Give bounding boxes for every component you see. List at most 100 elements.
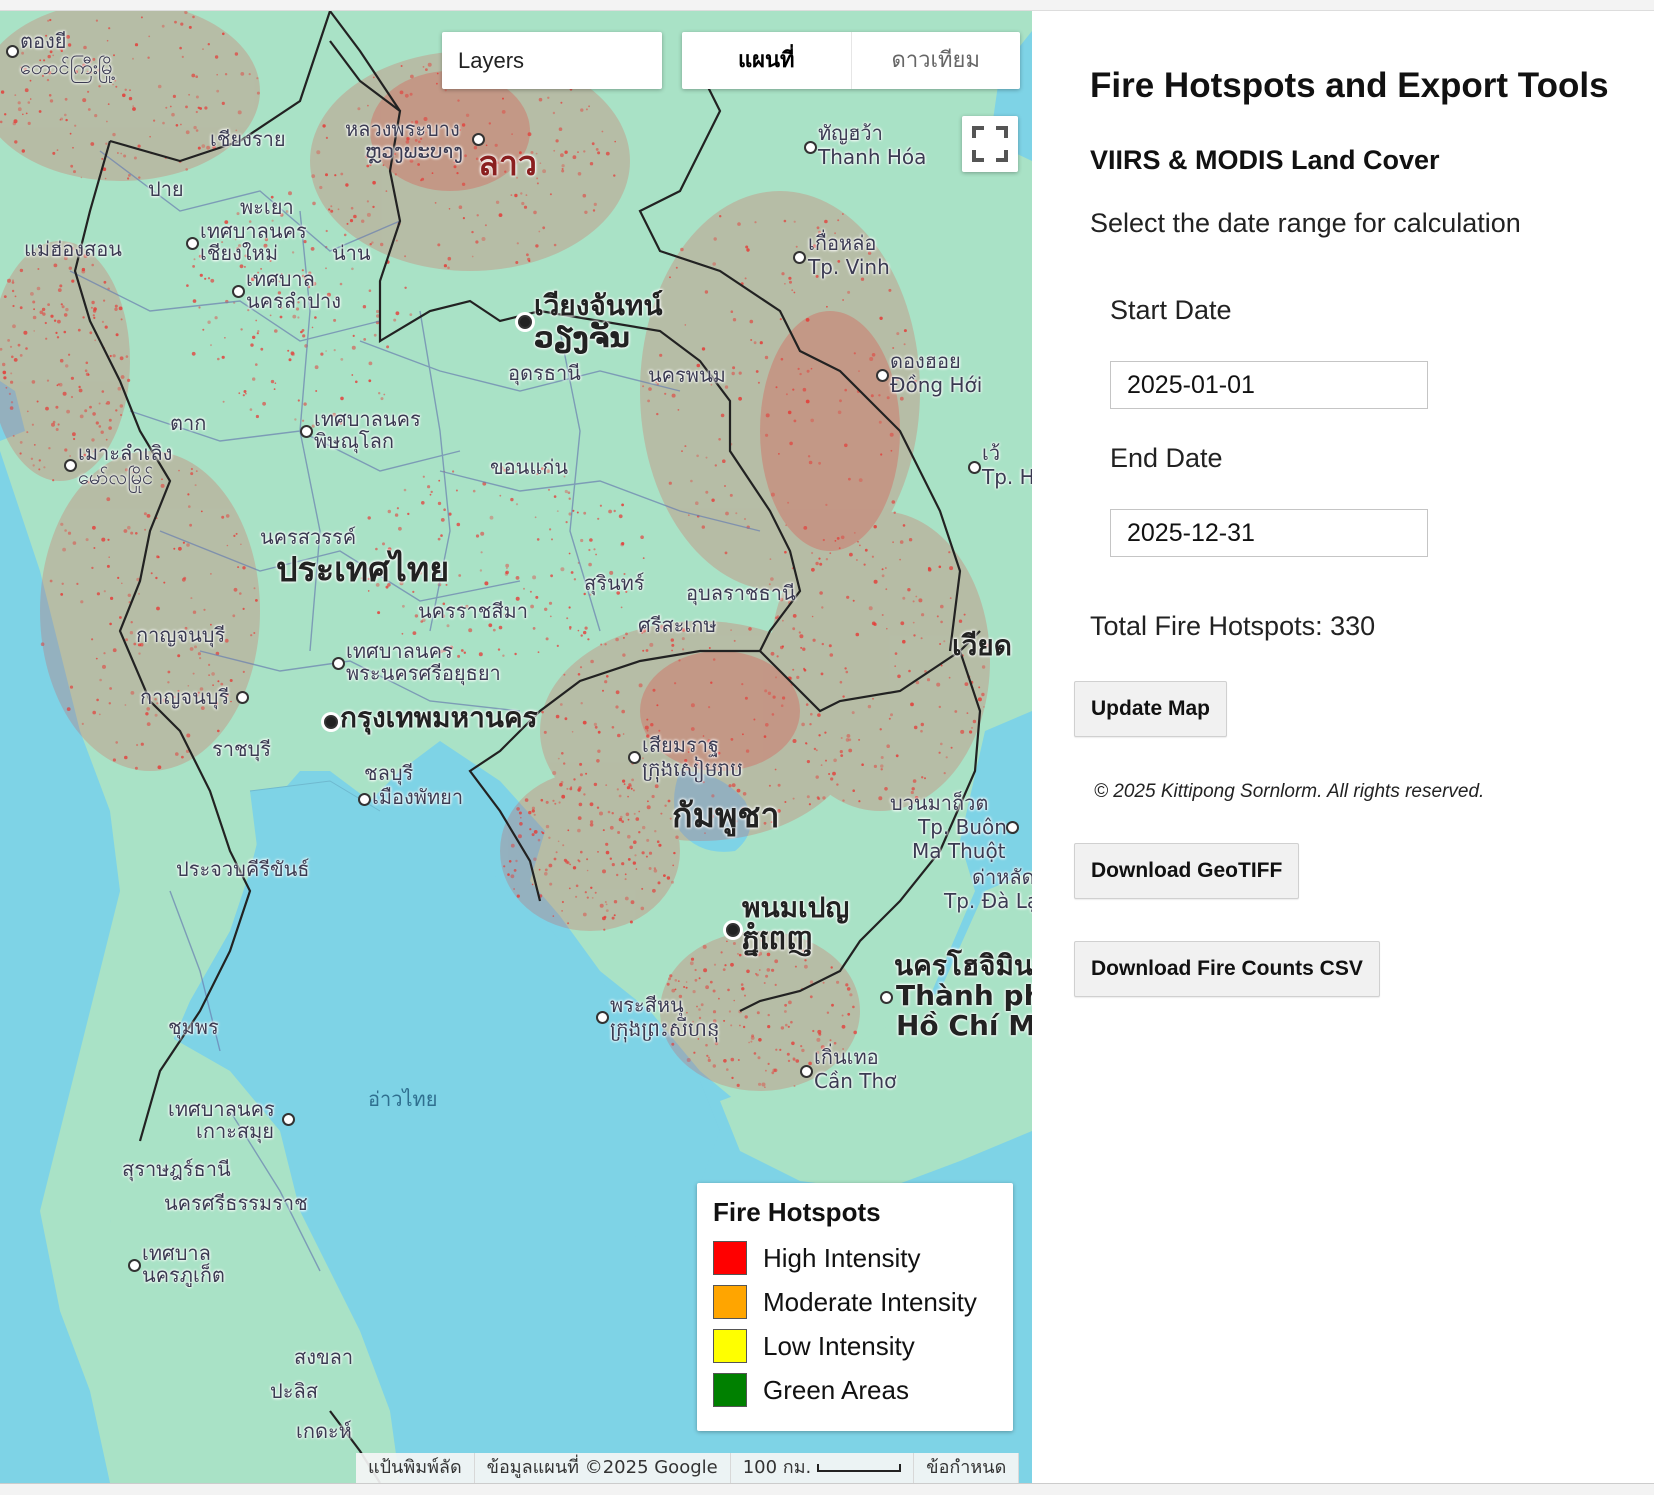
control-panel: Fire Hotspots and Export Tools VIIRS & M… bbox=[1032, 11, 1654, 1483]
map-label: ดองฮอย bbox=[890, 349, 961, 373]
start-date-input[interactable] bbox=[1110, 361, 1428, 409]
city-marker bbox=[968, 461, 981, 474]
map-label: မော်လမြိုင် bbox=[78, 465, 154, 489]
city-marker bbox=[236, 691, 249, 704]
map-label: เทศบาล bbox=[142, 1241, 211, 1265]
legend-item: Low Intensity bbox=[713, 1324, 997, 1368]
map-label: ปะลิส bbox=[270, 1379, 318, 1403]
map-label: ตาก bbox=[170, 411, 207, 435]
map-label: ประเทศไทย bbox=[276, 550, 450, 590]
map-label: นครสวรรค์ bbox=[260, 525, 357, 549]
map-label: กาญจนบุรี bbox=[136, 623, 226, 647]
legend-label: Low Intensity bbox=[763, 1330, 915, 1361]
date-range-instruction: Select the date range for calculation bbox=[1090, 208, 1521, 238]
city-marker bbox=[800, 1065, 813, 1078]
map-label: เกื่อหล่อ bbox=[808, 231, 877, 255]
city-marker bbox=[358, 793, 371, 806]
map-label: ชุมพร bbox=[168, 1015, 219, 1039]
map-label: Ma Thuột bbox=[912, 839, 1006, 863]
map-label: กัมพูชา bbox=[672, 796, 780, 836]
city-marker bbox=[64, 459, 77, 472]
map-label: เทศบาลนคร bbox=[168, 1097, 275, 1121]
map-label: เทศบาลนคร bbox=[200, 219, 307, 243]
map-label: พิษณุโลก bbox=[314, 429, 395, 453]
map-label: นครโฮจิมินห์ bbox=[894, 949, 1032, 982]
map-label: ວຽງຈັນ bbox=[534, 321, 630, 354]
map-label: เทศบาลนคร bbox=[314, 407, 421, 431]
terms-link[interactable]: ข้อกำหนด bbox=[914, 1453, 1020, 1483]
map-label: ประจวบคีรีขันธ์ bbox=[176, 857, 310, 881]
city-marker bbox=[628, 751, 641, 764]
panel-subtitle: VIIRS & MODIS Land Cover bbox=[1090, 145, 1440, 175]
map-label: ด่าหลัด bbox=[972, 865, 1032, 889]
legend-swatch-green bbox=[713, 1373, 747, 1407]
map-label: Thanh Hóa bbox=[818, 145, 927, 169]
map-label: อ่าวไทย bbox=[368, 1087, 438, 1111]
map-label: พนมเปญ bbox=[742, 891, 850, 924]
map-label: กรุงเทพมหานคร bbox=[340, 701, 538, 734]
legend-label: Moderate Intensity bbox=[763, 1286, 977, 1317]
capital-marker bbox=[518, 315, 532, 329]
download-geotiff-button[interactable]: Download GeoTIFF bbox=[1074, 843, 1300, 899]
map-label: ราชบุรี bbox=[212, 737, 271, 761]
map-label: Đồng Hới bbox=[890, 373, 983, 397]
legend-item: Green Areas bbox=[713, 1368, 997, 1412]
update-map-button[interactable]: Update Map bbox=[1074, 681, 1228, 737]
map-label: ตองยี bbox=[20, 29, 67, 53]
map-label: พระสีหนุ bbox=[610, 993, 684, 1017]
end-date-input[interactable] bbox=[1110, 509, 1428, 557]
map-label: บวนมาถ็วต bbox=[890, 791, 989, 815]
map-label: ភ្នំពេញ bbox=[742, 923, 814, 956]
map-label: ศรีสะเกษ bbox=[638, 613, 717, 637]
city-marker bbox=[332, 657, 345, 670]
map-view[interactable]: ตองยี တောင်ကြီးမြို့ เชียงราย หลวงพระบาง… bbox=[0, 11, 1032, 1483]
copyright-text: © 2025 Kittipong Sornlorm. All rights re… bbox=[1094, 781, 1485, 802]
map-label: เทศบาลนคร bbox=[346, 639, 453, 663]
fullscreen-button[interactable] bbox=[962, 116, 1018, 172]
map-type-satellite-button[interactable]: ดาวเทียม bbox=[852, 32, 1021, 89]
legend-title: Fire Hotspots bbox=[713, 1197, 881, 1227]
city-marker bbox=[596, 1011, 609, 1024]
download-csv-button[interactable]: Download Fire Counts CSV bbox=[1074, 941, 1380, 997]
top-border bbox=[0, 0, 1654, 11]
map-label: นครศรีธรรมราช bbox=[164, 1191, 308, 1215]
map-label: Tp. Đà Lạt bbox=[944, 889, 1032, 913]
map-label: เมืองพัทยา bbox=[372, 785, 464, 809]
capital-marker bbox=[324, 715, 338, 729]
layers-dropdown[interactable]: Layers bbox=[442, 32, 662, 89]
map-label: พะเยา bbox=[240, 195, 294, 219]
scale-label: 100 กม. bbox=[742, 1457, 812, 1478]
legend-item: Moderate Intensity bbox=[713, 1280, 997, 1324]
map-label: เวียด bbox=[952, 629, 1012, 662]
map-label: พระนครศรีอยุธยา bbox=[346, 661, 501, 685]
map-label: ชลบุรี bbox=[364, 761, 414, 785]
legend-label: High Intensity bbox=[763, 1242, 921, 1273]
map-type-map-button[interactable]: แผนที่ bbox=[682, 32, 852, 89]
map-label: นครราชสีมา bbox=[418, 599, 528, 623]
map-label: ทัญฮว้า bbox=[818, 121, 883, 145]
map-label: เกาะสมุย bbox=[196, 1119, 275, 1143]
capital-marker bbox=[726, 923, 740, 937]
map-scale[interactable]: 100 กม. bbox=[731, 1453, 915, 1483]
map-label: ក្រុងសៀមរាប bbox=[642, 757, 743, 781]
map-label: Cần Thơ bbox=[814, 1069, 897, 1093]
map-label: ขอนแก่น bbox=[490, 455, 569, 479]
start-date-label: Start Date bbox=[1110, 295, 1232, 325]
city-marker bbox=[6, 45, 19, 58]
map-label: เกิ่นเทอ bbox=[814, 1045, 879, 1069]
map-label: นครลำปาง bbox=[246, 289, 341, 313]
map-label: สุราษฎร์ธานี bbox=[122, 1157, 231, 1181]
map-label: Hồ Chí Minh bbox=[896, 1009, 1032, 1042]
keyboard-shortcuts-link[interactable]: แป้นพิมพ์ลัด bbox=[356, 1453, 475, 1483]
legend-swatch-low bbox=[713, 1329, 747, 1363]
map-attribution-bar: แป้นพิมพ์ลัด ข้อมูลแผนที่ ©2025 Google 1… bbox=[356, 1453, 1020, 1483]
map-label: นครพนม bbox=[648, 363, 726, 387]
legend-swatch-high bbox=[713, 1241, 747, 1275]
scale-bar bbox=[817, 1464, 902, 1472]
map-label: เมาะลำเลิง bbox=[78, 441, 173, 465]
map-label: ลาว bbox=[478, 144, 538, 184]
map-label: Tp. Buôn bbox=[918, 815, 1007, 839]
city-marker bbox=[186, 237, 199, 250]
city-marker bbox=[880, 991, 893, 1004]
city-marker bbox=[804, 141, 817, 154]
